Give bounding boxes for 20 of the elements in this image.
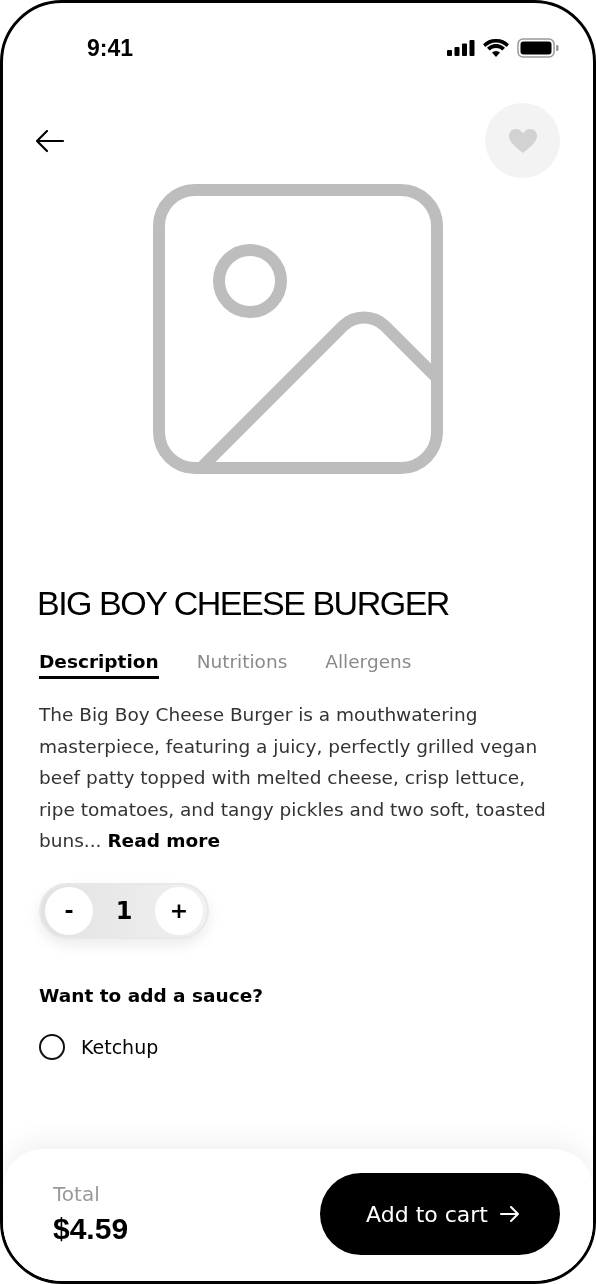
read-more-link[interactable]: Read more <box>107 830 220 851</box>
plus-button[interactable]: + <box>155 886 203 935</box>
sauce-heading: Want to add a sauce? <box>39 984 264 1006</box>
signal-icon <box>447 40 475 56</box>
total-price: $4.59 <box>53 1212 129 1246</box>
wifi-icon <box>483 39 509 57</box>
product-title: BIG BOY CHEESE BURGER <box>37 584 450 623</box>
radio-button[interactable] <box>39 1033 65 1060</box>
tab[interactable]: Description <box>39 651 159 679</box>
back-arrow-icon[interactable] <box>35 128 65 153</box>
total-label: Total <box>53 1182 101 1206</box>
heart-icon <box>507 127 538 154</box>
arrow-right-icon <box>500 1205 520 1223</box>
option-label: Ketchup <box>81 1035 159 1058</box>
add-to-cart-button[interactable]: Add to cart <box>320 1173 560 1255</box>
quantity-value: 1 <box>115 896 133 925</box>
battery-icon <box>517 38 559 58</box>
description-text: The Big Boy Cheese Burger is a mouthwatering masterpiece, featuring a juicy, perfectly grilled vegan beef patty topped with melted cheese, crisp lettuce, ripe tomatoes, and tangy pickles and two soft, toasted buns... Read more <box>39 703 547 853</box>
minus-button[interactable]: - <box>45 886 93 935</box>
status-time: 9:41 <box>87 34 134 62</box>
